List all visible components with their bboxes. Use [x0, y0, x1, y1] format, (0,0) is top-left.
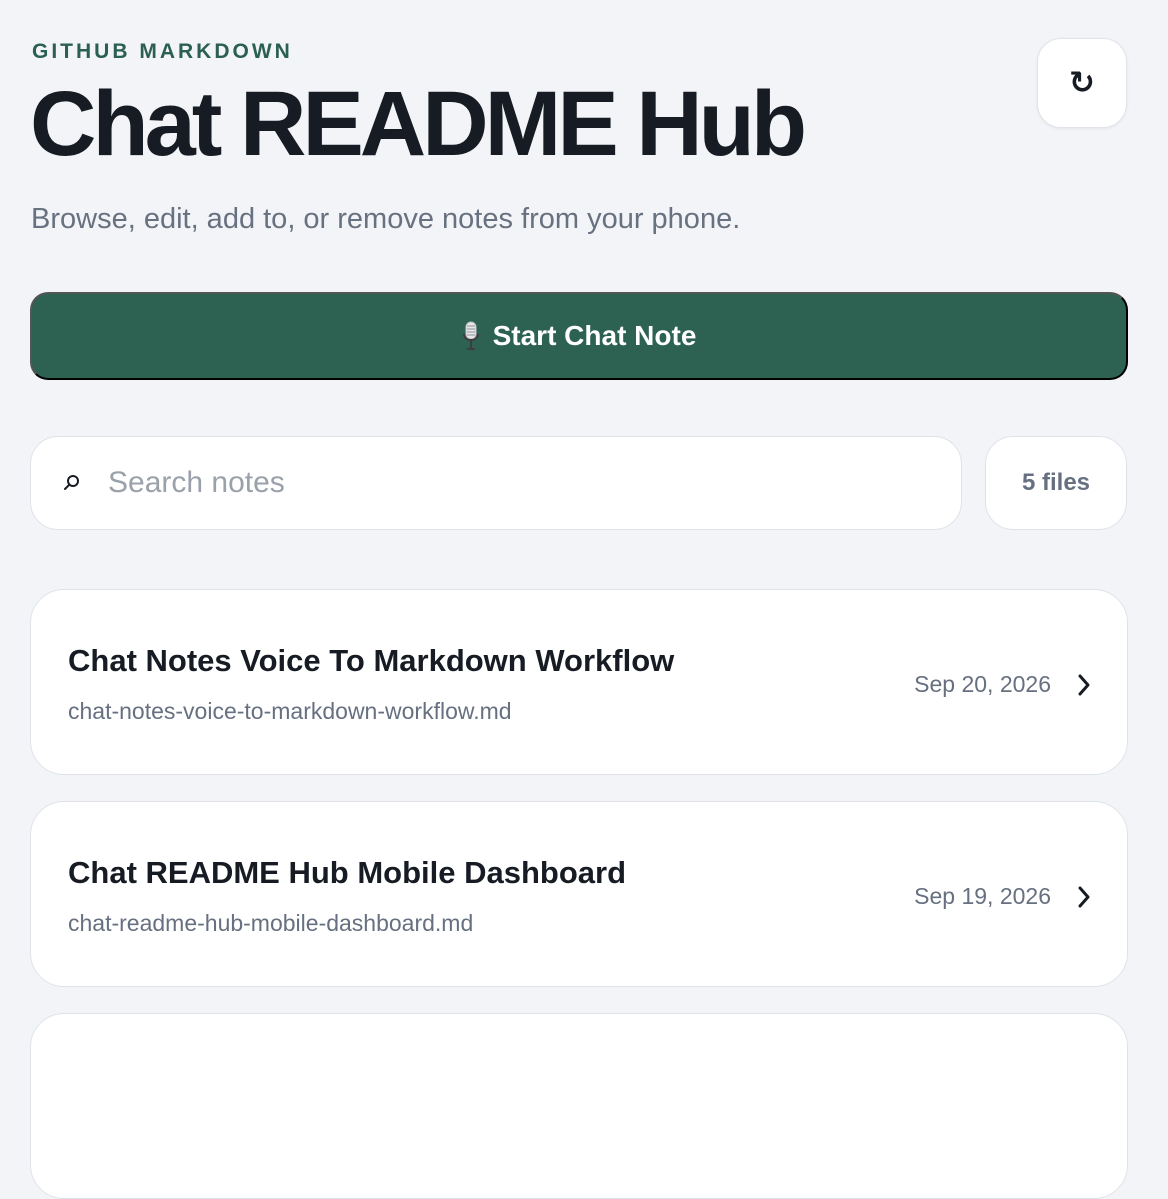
chevron-right-icon: [1078, 886, 1090, 908]
start-chat-note-label: Start Chat Note: [492, 320, 697, 351]
refresh-button[interactable]: ↻: [1037, 38, 1127, 128]
note-filename: chat-notes-voice-to-markdown-workflow.md: [68, 698, 512, 724]
chevron-right-icon: [1078, 674, 1090, 696]
note-card-chat-notes-voice-to-markdown-workflow[interactable]: Chat Notes Voice To Markdown Workflow ch…: [30, 589, 1128, 775]
page-title: Chat README Hub: [30, 73, 807, 175]
file-count-badge: 5 files: [985, 436, 1127, 530]
microphone-icon: [462, 321, 479, 350]
search-box[interactable]: [30, 436, 962, 530]
search-input[interactable]: [108, 466, 898, 500]
refresh-icon: ↻: [1069, 64, 1095, 101]
note-title: Chat README Hub Mobile Dashboard: [68, 855, 627, 890]
note-title: Chat Notes Voice To Markdown Workflow: [68, 643, 675, 678]
note-card-chat-readme-hub-mobile-dashboard[interactable]: Chat README Hub Mobile Dashboard chat-re…: [30, 801, 1128, 987]
note-date: Sep 19, 2026: [914, 883, 1051, 909]
note-filename: chat-readme-hub-mobile-dashboard.md: [68, 910, 474, 936]
search-icon: [64, 475, 79, 490]
start-chat-note-button[interactable]: Start Chat Note: [30, 292, 1128, 380]
section-eyebrow: GITHUB MARKDOWN: [32, 40, 293, 63]
note-date: Sep 20, 2026: [914, 671, 1051, 697]
partially-visible-note-card[interactable]: [30, 1013, 1128, 1199]
page-subtitle: Browse, edit, add to, or remove notes fr…: [31, 203, 741, 235]
